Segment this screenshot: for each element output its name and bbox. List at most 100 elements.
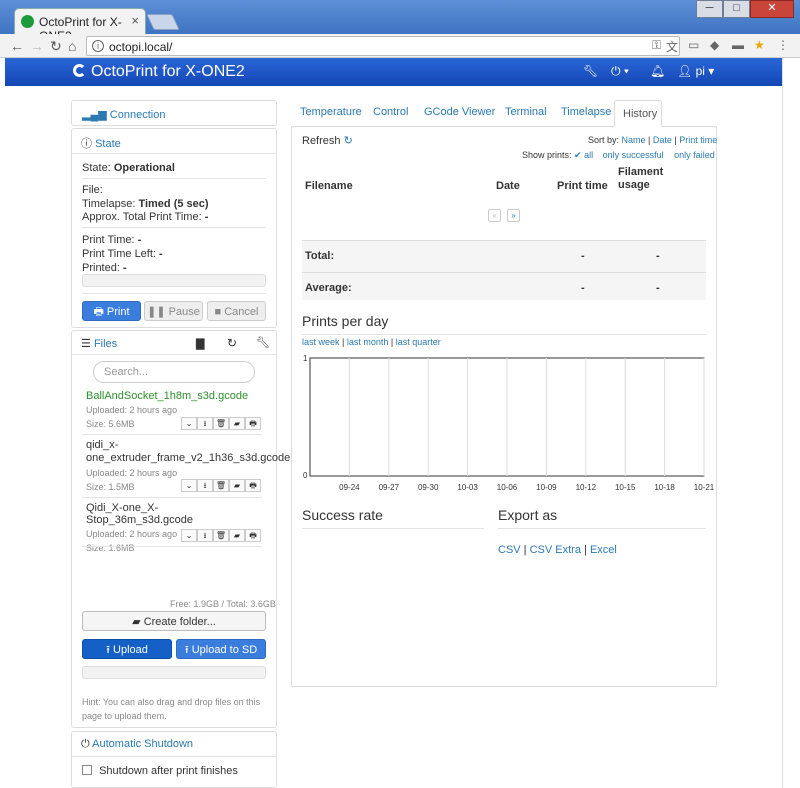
x-tick-label: 09-27 bbox=[379, 483, 400, 492]
print-file-icon[interactable]: 🖶︎ bbox=[245, 417, 261, 430]
extension-icon[interactable]: ◆ bbox=[710, 38, 719, 52]
tab-terminal[interactable]: Terminal bbox=[505, 106, 547, 118]
minimize-button[interactable]: ─ bbox=[696, 0, 723, 18]
export-as-heading: Export as bbox=[498, 507, 558, 523]
wrench-icon[interactable]: 🔧︎ bbox=[256, 336, 270, 349]
divider bbox=[82, 546, 262, 547]
brand[interactable]: OctoPrint for X-ONE2 bbox=[73, 63, 245, 81]
print-file-icon[interactable]: 🖶︎ bbox=[245, 529, 261, 542]
window-close-button[interactable]: ✕ bbox=[750, 0, 794, 18]
stop-icon: ■ bbox=[214, 306, 222, 318]
back-icon[interactable]: ← bbox=[10, 38, 24, 54]
filter-failed-link[interactable]: only failed bbox=[674, 150, 715, 160]
browser-tab[interactable]: OctoPrint for X-ONE2 × bbox=[14, 8, 146, 43]
file-size: Size: 1.6MB bbox=[86, 543, 135, 553]
expand-icon[interactable]: ⌄ bbox=[181, 417, 197, 430]
range-month-link[interactable]: last month bbox=[347, 337, 389, 347]
filter-all-link[interactable]: ✔ all bbox=[574, 150, 593, 160]
range-quarter-link[interactable]: last quarter bbox=[396, 337, 441, 347]
drag-drop-hint: Hint: You can also drag and drop files o… bbox=[82, 697, 261, 721]
maximize-button[interactable]: □ bbox=[723, 0, 750, 18]
print-time-left-line: Print Time Left: - bbox=[82, 248, 163, 260]
expand-icon[interactable]: ⌄ bbox=[181, 529, 197, 542]
tab-control[interactable]: Control bbox=[373, 106, 408, 118]
trash-icon[interactable]: 🗑︎ bbox=[213, 529, 229, 542]
wrench-icon[interactable]: 🔧︎ bbox=[583, 64, 598, 78]
translate-icon[interactable]: 文 bbox=[666, 38, 678, 55]
file-search-input[interactable]: Search... bbox=[93, 361, 255, 383]
create-folder-button[interactable]: ▰ Create folder... bbox=[82, 611, 266, 631]
file-item[interactable]: qidi_x-one_extruder_frame_v2_1h36_s3d.gc… bbox=[86, 439, 290, 495]
shutdown-checkbox[interactable] bbox=[82, 765, 92, 775]
cast-icon[interactable]: ▭ bbox=[688, 38, 699, 52]
cancel-button[interactable]: ■ Cancel bbox=[207, 301, 266, 321]
trash-icon[interactable]: 🗑︎ bbox=[213, 417, 229, 430]
upload-button[interactable]: ⭱ Upload bbox=[82, 639, 172, 659]
new-file-icon[interactable]: ▇ bbox=[196, 337, 204, 350]
tab-temperature[interactable]: Temperature bbox=[300, 106, 362, 118]
export-excel-link[interactable]: Excel bbox=[590, 544, 617, 556]
auto-shutdown-header[interactable]: ⏻ Automatic Shutdown bbox=[81, 738, 193, 751]
pause-button[interactable]: ❚❚ Pause bbox=[144, 301, 203, 321]
files-header[interactable]: ☰ Files bbox=[81, 337, 117, 350]
folder-icon[interactable]: ▰ bbox=[229, 417, 245, 430]
tab-gcode-viewer[interactable]: GCode Viewer bbox=[424, 106, 495, 118]
sort-print-time-link[interactable]: Print time bbox=[679, 135, 717, 145]
export-csv-extra-link[interactable]: CSV Extra bbox=[530, 544, 581, 556]
tab-close-icon[interactable]: × bbox=[131, 13, 139, 28]
forward-icon[interactable]: → bbox=[30, 38, 44, 54]
file-actions: ⌄ ⭳ 🗑︎ ▰ 🖶︎ bbox=[181, 529, 261, 542]
address-bar[interactable]: i octopi.local/ bbox=[86, 36, 680, 56]
sort-date-link[interactable]: Date bbox=[653, 135, 672, 145]
folder-icon[interactable]: ▰ bbox=[229, 479, 245, 492]
pager-next-button[interactable]: » bbox=[507, 209, 520, 222]
bookmark-star-icon[interactable]: ★ bbox=[754, 38, 765, 52]
pager-prev-button[interactable]: « bbox=[488, 209, 501, 222]
col-date[interactable]: Date bbox=[496, 180, 520, 192]
key-icon[interactable]: ⚿ bbox=[652, 38, 661, 53]
file-item[interactable]: Qidi_X-one_X-Stop_36m_s3d.gcode Uploaded… bbox=[86, 502, 261, 553]
user-menu[interactable]: 👤︎ pi ▾ bbox=[677, 64, 714, 78]
download-icon[interactable]: ⭳ bbox=[197, 479, 213, 492]
folder-icon[interactable]: ▰ bbox=[229, 529, 245, 542]
shutdown-option-label: Shutdown after print finishes bbox=[99, 765, 238, 777]
address-url: octopi.local/ bbox=[109, 40, 173, 54]
state-title: State bbox=[95, 138, 121, 150]
print-file-icon[interactable]: 🖶︎ bbox=[245, 479, 261, 492]
refresh-icon[interactable]: ↻ bbox=[227, 336, 237, 350]
bell-icon[interactable]: 🔔︎ bbox=[650, 64, 665, 78]
col-print-time[interactable]: Print time bbox=[557, 180, 608, 192]
average-filament: - bbox=[656, 282, 660, 294]
pause-icon: ❚❚ bbox=[147, 306, 166, 318]
export-csv-link[interactable]: CSV bbox=[498, 544, 521, 556]
home-icon[interactable]: ⌂ bbox=[68, 38, 76, 54]
filter-successful-link[interactable]: only successful bbox=[603, 150, 664, 160]
total-filament: - bbox=[656, 250, 660, 262]
brand-title: OctoPrint for X-ONE2 bbox=[91, 63, 245, 80]
col-filename[interactable]: Filename bbox=[305, 180, 353, 192]
upload-sd-button[interactable]: ⭱ Upload to SD bbox=[176, 639, 266, 659]
shutdown-option[interactable]: Shutdown after print finishes bbox=[82, 765, 238, 777]
print-progress-bar bbox=[82, 274, 266, 287]
extension2-icon[interactable]: ▬ bbox=[732, 38, 744, 52]
site-info-icon[interactable]: i bbox=[92, 40, 104, 52]
sort-name-link[interactable]: Name bbox=[622, 135, 646, 145]
col-filament-usage[interactable]: Filament usage bbox=[618, 166, 666, 192]
refresh-icon: ↻ bbox=[343, 135, 353, 147]
state-header[interactable]: ⓘ State bbox=[81, 135, 121, 151]
tab-timelapse[interactable]: Timelapse bbox=[561, 106, 611, 118]
file-item[interactable]: BallAndSocket_1h8m_s3d.gcode Uploaded: 2… bbox=[86, 390, 261, 434]
prints-per-day-heading: Prints per day bbox=[302, 313, 389, 329]
menu-icon[interactable]: ⋮ bbox=[777, 38, 789, 52]
download-icon[interactable]: ⭳ bbox=[197, 417, 213, 430]
power-icon[interactable]: ⏻ ▾ bbox=[611, 64, 629, 79]
connection-header[interactable]: ▂▄▆ Connection bbox=[82, 108, 165, 121]
refresh-button[interactable]: Refresh ↻ bbox=[302, 134, 353, 147]
range-week-link[interactable]: last week bbox=[302, 337, 340, 347]
expand-icon[interactable]: ⌄ bbox=[181, 479, 197, 492]
tab-history[interactable]: History bbox=[614, 100, 662, 127]
print-button[interactable]: 🖶︎ Print bbox=[82, 301, 141, 321]
reload-icon[interactable]: ↻ bbox=[50, 38, 62, 55]
download-icon[interactable]: ⭳ bbox=[197, 529, 213, 542]
trash-icon[interactable]: 🗑︎ bbox=[213, 479, 229, 492]
